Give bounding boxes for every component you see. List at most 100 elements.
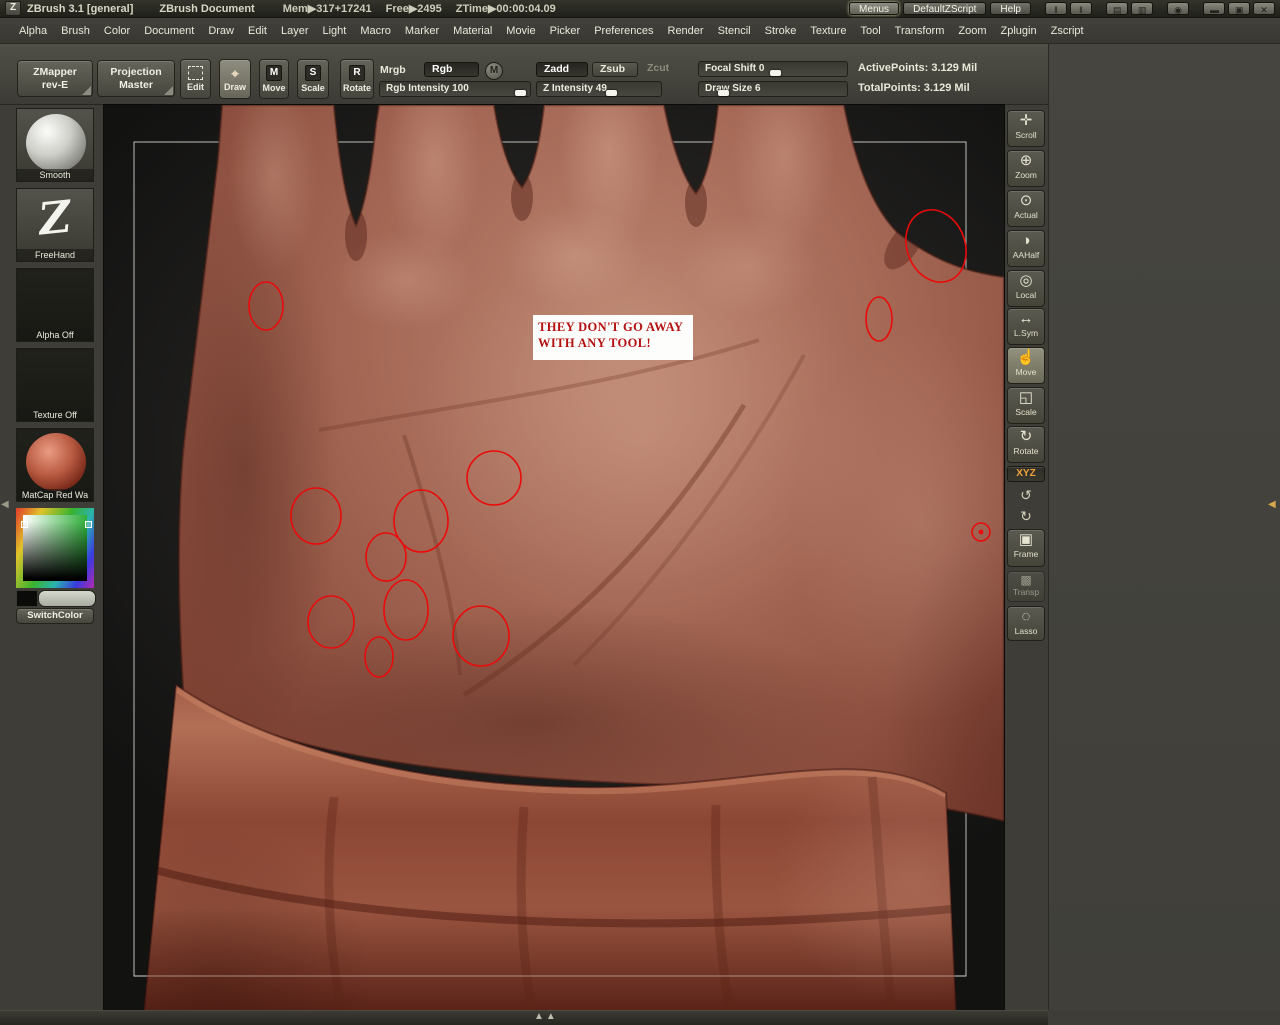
move-label: Move (262, 83, 286, 93)
restore-icon[interactable]: ▣ (1228, 2, 1250, 15)
menu-material[interactable]: Material (446, 25, 499, 37)
scale-nav-label: Scale (1015, 407, 1037, 417)
material-thumbnail[interactable]: MatCap Red Wa (16, 428, 94, 502)
right-shelf-actual-button[interactable]: ⊙ Actual (1007, 190, 1045, 227)
scroll-label: Scroll (1015, 130, 1037, 140)
layout-columns-icon[interactable]: ▥ (1131, 2, 1153, 15)
rotate-button[interactable]: R Rotate (340, 59, 374, 99)
scale-button[interactable]: S Scale (297, 59, 329, 99)
interface-sliders-icon[interactable]: ‖ (1045, 2, 1067, 15)
menu-marker[interactable]: Marker (398, 25, 446, 37)
menu-alpha[interactable]: Alpha (12, 25, 54, 37)
menu-edit[interactable]: Edit (241, 25, 274, 37)
zmapper-label-1: ZMapper (33, 66, 77, 78)
minimize-icon[interactable]: ▬ (1203, 2, 1225, 15)
secondary-color-swatch[interactable] (16, 590, 38, 607)
actual-size-icon: ⊙ (1019, 192, 1033, 209)
right-shelf-lasso-button[interactable]: ◌ Lasso (1007, 606, 1045, 641)
zadd-button[interactable]: Zadd (536, 62, 588, 77)
menu-draw[interactable]: Draw (201, 25, 241, 37)
left-tray-arrow[interactable]: ◀ (1, 500, 9, 510)
draw-size-handle[interactable] (718, 90, 730, 96)
right-shelf-zoom-button[interactable]: ⊕ Zoom (1007, 150, 1045, 187)
zmapper-button[interactable]: ZMapper rev-E (17, 60, 93, 97)
close-icon[interactable]: ✕ (1253, 2, 1275, 15)
focal-shift-slider[interactable]: Focal Shift 0 (698, 61, 848, 77)
right-shelf-transp-button[interactable]: ▩ Transp (1007, 571, 1045, 602)
right-shelf-local-button[interactable]: ◎ Local (1007, 270, 1045, 307)
zcut-button[interactable]: Zcut (641, 61, 675, 76)
menu-macro[interactable]: Macro (353, 25, 398, 37)
layout-grid-icon[interactable]: ▤ (1106, 2, 1128, 15)
menu-zoom[interactable]: Zoom (951, 25, 993, 37)
texture-thumbnail[interactable]: Texture Off (16, 348, 94, 422)
color-picker[interactable] (16, 508, 94, 588)
color-picker-gradient[interactable] (23, 515, 87, 581)
focal-shift-handle[interactable] (770, 70, 782, 76)
document-canvas[interactable]: THEY DON'T GO AWAY WITH ANY TOOL! (103, 104, 1005, 1012)
right-shelf-move-button[interactable]: ☝ Move (1007, 347, 1045, 384)
rgb-intensity-slider[interactable]: Rgb Intensity 100 (379, 81, 531, 97)
menu-preferences[interactable]: Preferences (587, 25, 660, 37)
zsub-button[interactable]: Zsub (592, 62, 638, 77)
mrgb-button[interactable]: Mrgb (380, 64, 406, 76)
right-shelf-scroll-button[interactable]: ✛ Scroll (1007, 110, 1045, 147)
right-shelf-scale-button[interactable]: ◱ Scale (1007, 387, 1045, 424)
switch-color-button[interactable]: SwitchColor (16, 608, 94, 624)
frame-label: Frame (1013, 549, 1039, 559)
current-tool-thumbnail[interactable]: Smooth (16, 108, 94, 182)
edit-button[interactable]: Edit (180, 59, 211, 99)
smooth-brush-icon (26, 114, 86, 172)
menu-tool[interactable]: Tool (853, 25, 887, 37)
right-shelf-aahalf-button[interactable]: ◑ AAHalf (1007, 230, 1045, 267)
right-shelf-rotate-button[interactable]: ↻ Rotate (1007, 426, 1045, 463)
z-intensity-slider[interactable]: Z Intensity 49 (536, 81, 662, 97)
draw-label: Draw (223, 81, 246, 92)
bottom-tray-handle[interactable]: ▲▲ (534, 1012, 558, 1022)
menus-button[interactable]: Menus (849, 2, 900, 15)
menu-document[interactable]: Document (137, 25, 201, 37)
rotate-y-button[interactable]: ↺ (1007, 484, 1045, 504)
main-color-swatch[interactable] (38, 590, 96, 607)
menu-brush[interactable]: Brush (54, 25, 97, 37)
marquee-icon (188, 66, 203, 80)
right-shelf-frame-button[interactable]: ▣ Frame (1007, 529, 1045, 567)
menu-layer[interactable]: Layer (274, 25, 316, 37)
z-intensity-handle[interactable] (606, 90, 618, 96)
menu-render[interactable]: Render (661, 25, 711, 37)
transparency-icon: ▩ (1020, 573, 1032, 587)
draw-button[interactable]: ⌖ Draw (219, 59, 251, 99)
rotate-z-button[interactable]: ↻ (1007, 505, 1045, 525)
stroke-label: FreeHand (17, 249, 93, 261)
help-button[interactable]: Help (990, 2, 1031, 15)
menu-color[interactable]: Color (97, 25, 137, 37)
aahalf-icon: ◑ (1021, 232, 1031, 249)
menu-movie[interactable]: Movie (499, 25, 542, 37)
menu-texture[interactable]: Texture (803, 25, 853, 37)
lock-icon[interactable]: ◉ (1167, 2, 1189, 15)
draw-size-slider[interactable]: Draw Size 6 (698, 81, 848, 97)
annotation-note: THEY DON'T GO AWAY WITH ANY TOOL! (533, 315, 693, 360)
stroke-thumbnail[interactable]: Z FreeHand (16, 188, 94, 262)
default-zscript-button[interactable]: DefaultZScript (903, 2, 987, 15)
menu-stencil[interactable]: Stencil (711, 25, 758, 37)
rgb-intensity-handle[interactable] (515, 90, 526, 96)
menu-transform[interactable]: Transform (888, 25, 952, 37)
move-button[interactable]: M Move (259, 59, 289, 99)
menu-zplugin[interactable]: Zplugin (994, 25, 1044, 37)
alpha-thumbnail[interactable]: Alpha Off (16, 268, 94, 342)
right-shelf-lsym-button[interactable]: ↔ L.Sym (1007, 308, 1045, 345)
edit-label: Edit (187, 82, 204, 92)
menu-bar: Alpha Brush Color Document Draw Edit Lay… (0, 18, 1280, 44)
m-mode-button[interactable]: M (485, 62, 503, 80)
projection-master-button[interactable]: Projection Master (97, 60, 175, 97)
menu-zscript[interactable]: Zscript (1044, 25, 1091, 37)
menu-light[interactable]: Light (316, 25, 354, 37)
rgb-button[interactable]: Rgb (424, 62, 479, 77)
xyz-constraint-button[interactable]: XYZ (1007, 466, 1045, 482)
interface-sliders2-icon[interactable]: ‖ (1070, 2, 1092, 15)
ztime-stat: ZTime▶00:00:04.09 (455, 3, 556, 15)
menu-picker[interactable]: Picker (543, 25, 588, 37)
right-tray-arrow[interactable]: ◀ (1268, 500, 1276, 510)
menu-stroke[interactable]: Stroke (758, 25, 804, 37)
